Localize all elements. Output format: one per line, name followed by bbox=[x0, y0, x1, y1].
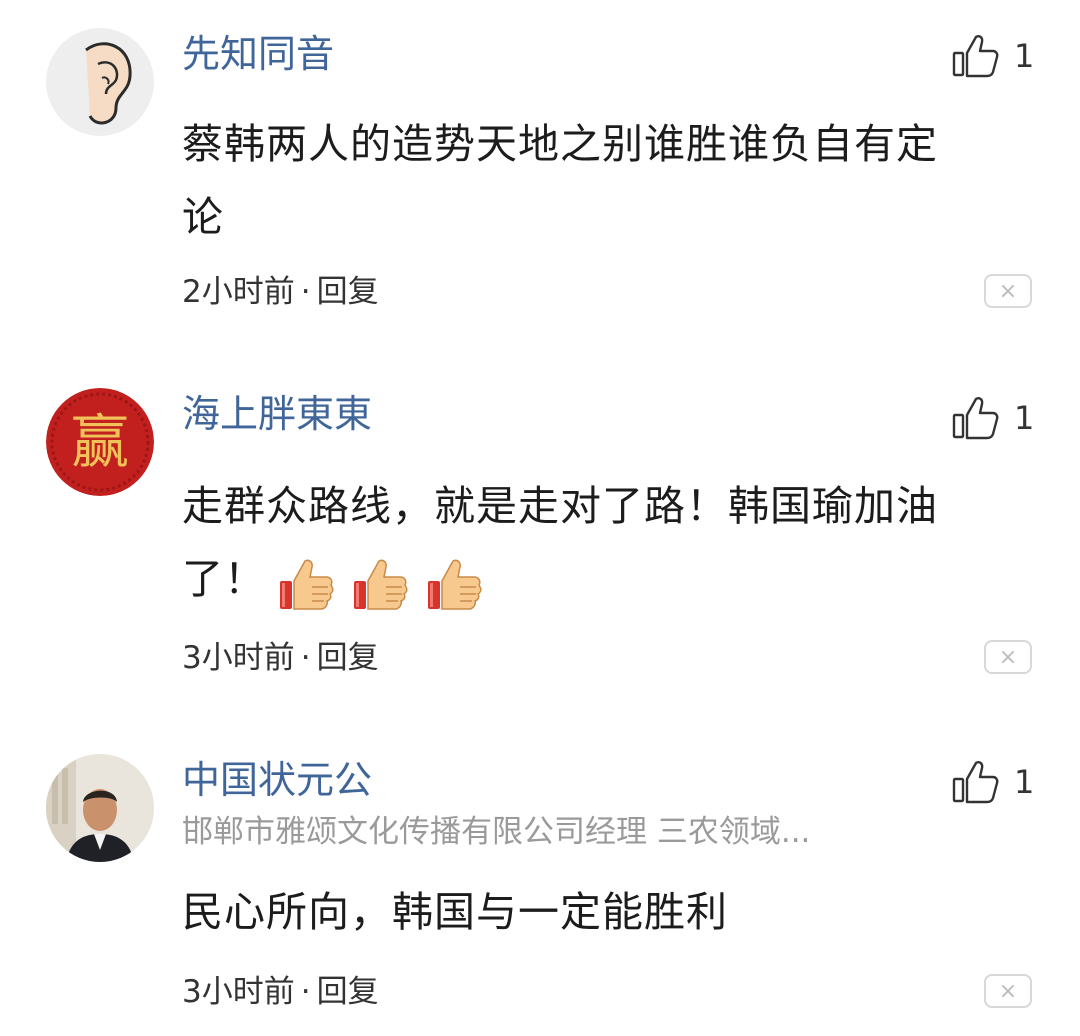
username[interactable]: 中国状元公 bbox=[182, 758, 372, 802]
separator: · bbox=[300, 974, 311, 1010]
like-count: 1 bbox=[1014, 763, 1035, 801]
photo-avatar bbox=[46, 754, 154, 862]
like-button[interactable]: 1 bbox=[950, 752, 1034, 812]
comment-text: 民心所向，韩国与一定能胜利 bbox=[182, 876, 1042, 949]
user-description: 邯郸市雅颂文化传播有限公司经理 三农领域... bbox=[182, 814, 811, 850]
comment-item: 中国状元公 1 邯郸市雅颂文化传播有限公司经理 三农领域... 民心所向，韩国与… bbox=[0, 0, 1080, 1036]
comment-text-line: 民心所向，韩国与一定能胜利 bbox=[182, 888, 728, 936]
close-button[interactable]: × bbox=[984, 974, 1032, 1008]
reply-button[interactable]: 回复 bbox=[317, 974, 379, 1010]
avatar[interactable] bbox=[46, 754, 154, 862]
comment-meta: 3小时前 · 回复 bbox=[182, 972, 379, 1012]
close-icon: × bbox=[998, 978, 1018, 1004]
timestamp: 3小时前 bbox=[182, 974, 295, 1010]
thumbs-up-outline-icon bbox=[950, 757, 1000, 807]
